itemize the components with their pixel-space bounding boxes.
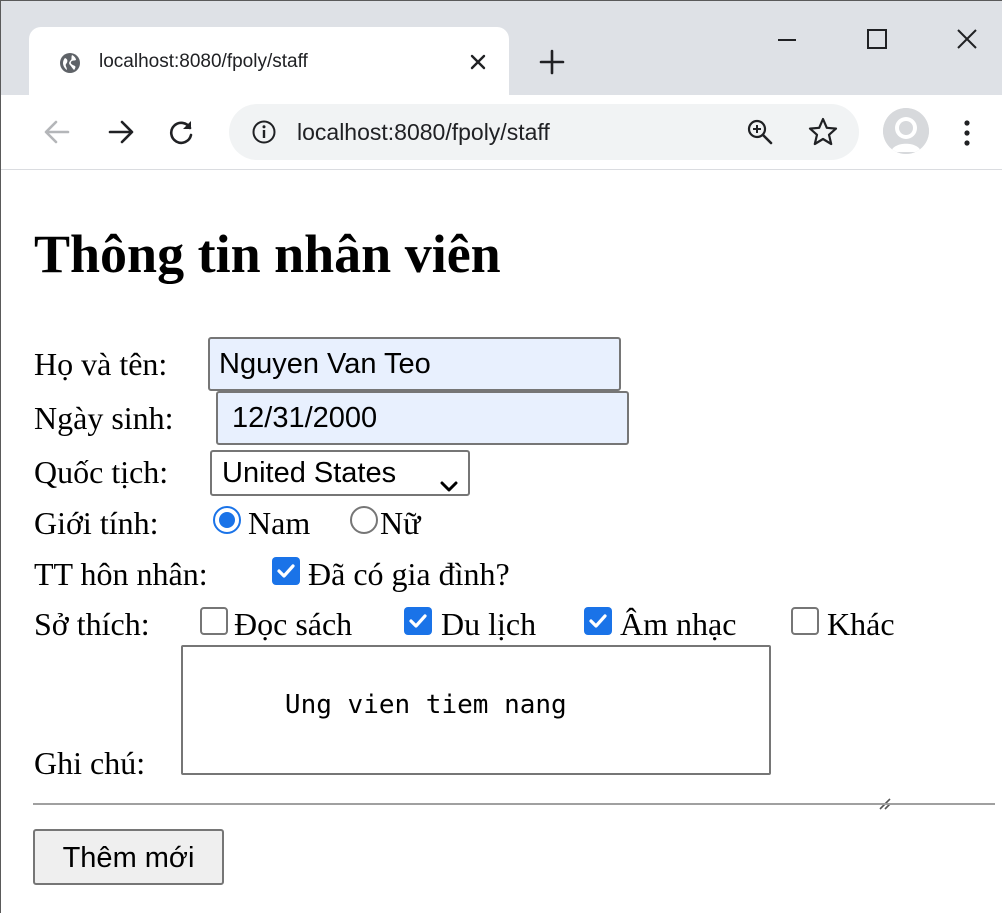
reload-icon[interactable] (163, 114, 199, 150)
gender-male-radio[interactable] (213, 506, 241, 534)
info-icon[interactable] (251, 119, 277, 145)
country-label: Quốc tịch: (34, 454, 169, 490)
browser-toolbar: localhost:8080/fpoly/staff (1, 95, 1002, 170)
notes-label: Ghi chú: (34, 745, 146, 781)
notes-textarea[interactable]: Ung vien tiem nang (181, 645, 891, 810)
page-title: Thông tin nhân viên (34, 224, 501, 284)
more-menu-icon[interactable] (955, 115, 979, 151)
minimize-icon[interactable] (767, 19, 807, 59)
hobby-other-checkbox[interactable] (791, 607, 819, 635)
back-icon[interactable] (39, 114, 75, 150)
globe-icon (59, 52, 81, 74)
hobby-reading-label: Đọc sách (234, 606, 353, 642)
forward-icon[interactable] (103, 114, 139, 150)
close-tab-icon[interactable] (465, 49, 491, 75)
gender-female-radio[interactable] (350, 506, 378, 534)
birthday-input[interactable]: 12/31/2000 (216, 391, 629, 445)
marital-label: TT hôn nhân: (34, 556, 208, 592)
profile-avatar[interactable] (883, 108, 929, 154)
country-select-value: United States (222, 457, 397, 489)
birthday-label: Ngày sinh: (34, 400, 174, 436)
gender-male-label: Nam (248, 505, 311, 541)
gender-label: Giới tính: (34, 505, 159, 541)
notes-text: Ung vien tiem nang (284, 690, 567, 720)
hobby-other-label: Khác (827, 606, 895, 642)
hobbies-label: Sở thích: (34, 606, 150, 642)
hobby-music-checkbox[interactable] (584, 607, 612, 635)
address-bar[interactable]: localhost:8080/fpoly/staff (229, 104, 859, 160)
fullname-input[interactable]: Nguyen Van Teo (208, 337, 621, 391)
new-tab-icon[interactable] (537, 47, 567, 77)
zoom-icon[interactable] (745, 117, 775, 147)
tab-title: localhost:8080/fpoly/staff (99, 51, 308, 72)
browser-tab[interactable]: localhost:8080/fpoly/staff (29, 27, 509, 95)
gender-female-label: Nữ (380, 505, 421, 541)
close-window-icon[interactable] (947, 19, 987, 59)
married-option-label: Đã có gia đình? (308, 556, 510, 592)
hobby-reading-checkbox[interactable] (200, 607, 228, 635)
hobby-music-label: Âm nhạc (620, 606, 737, 642)
fullname-label: Họ và tên: (34, 346, 168, 382)
form-divider (33, 803, 995, 805)
bookmark-star-icon[interactable] (807, 116, 839, 148)
add-new-button[interactable]: Thêm mới (33, 829, 224, 885)
tab-strip: localhost:8080/fpoly/staff (1, 1, 1002, 95)
page-content: Thông tin nhân viên Họ và tên: Nguyen Va… (1, 170, 1002, 913)
url-text: localhost:8080/fpoly/staff (297, 119, 550, 145)
maximize-icon[interactable] (857, 19, 897, 59)
country-select[interactable]: United States (210, 450, 470, 496)
chevron-down-icon (440, 465, 458, 492)
browser-window: localhost:8080/fpoly/staff localhost:808… (0, 0, 1002, 913)
married-checkbox[interactable] (272, 557, 300, 585)
hobby-travel-label: Du lịch (441, 606, 537, 642)
hobby-travel-checkbox[interactable] (404, 607, 432, 635)
resize-grip-icon[interactable] (750, 754, 891, 810)
